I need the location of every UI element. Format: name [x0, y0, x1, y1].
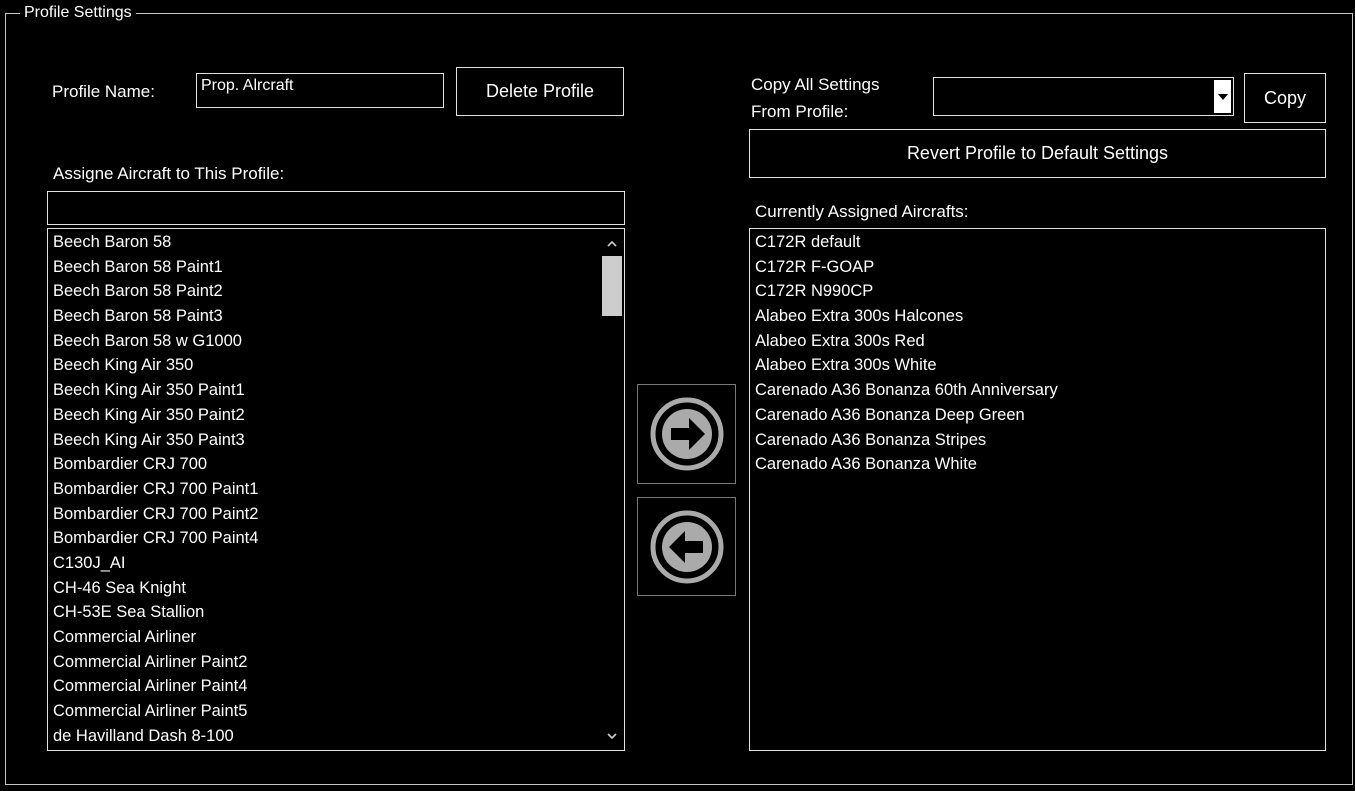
list-item[interactable]: Carenado A36 Bonanza Deep Green: [750, 403, 1325, 428]
list-item[interactable]: Beech Baron 58 Paint1: [48, 255, 600, 280]
assigned-aircraft-list[interactable]: C172R default C172R F-GOAP C172R N990CP Ala…: [749, 228, 1326, 751]
list-item[interactable]: C130J_AI: [48, 551, 600, 576]
list-item[interactable]: Beech Baron 58: [48, 230, 600, 255]
list-item[interactable]: Bombardier CRJ 700 Paint1: [48, 477, 600, 502]
profile-name-label: Profile Name:: [52, 82, 155, 101]
list-item[interactable]: Carenado A36 Bonanza Stripes: [750, 428, 1325, 453]
list-item[interactable]: Carenado A36 Bonanza White: [750, 452, 1325, 477]
list-item[interactable]: CH-53E Sea Stallion: [48, 600, 600, 625]
copy-from-profile-value: [936, 84, 944, 88]
list-item[interactable]: C172R N990CP: [750, 279, 1325, 304]
list-item[interactable]: Commercial Airliner Paint4: [48, 674, 600, 699]
list-item[interactable]: de Havilland Dash 8-100: [48, 724, 600, 749]
list-item[interactable]: Beech Baron 58 w G1000: [48, 329, 600, 354]
available-aircraft-list[interactable]: Beech Baron 58 Beech Baron 58 Paint1 Beech…: [47, 228, 625, 751]
arrow-right-circle-icon: [650, 397, 723, 471]
list-item[interactable]: Commercial Airliner Paint5: [48, 699, 600, 724]
list-item[interactable]: Beech King Air 350 Paint1: [48, 378, 600, 403]
list-item[interactable]: Beech King Air 350 Paint3: [48, 428, 600, 453]
available-list-scrollbar[interactable]: [600, 229, 624, 750]
list-item[interactable]: Bombardier CRJ 700 Paint2: [48, 502, 600, 527]
list-item[interactable]: C172R F-GOAP: [750, 255, 1325, 280]
list-item[interactable]: Commercial Airliner Paint2: [48, 650, 600, 675]
revert-default-button[interactable]: Revert Profile to Default Settings: [749, 129, 1326, 178]
list-item[interactable]: CH-46 Sea Knight: [48, 576, 600, 601]
copy-button[interactable]: Copy: [1244, 73, 1326, 123]
assigned-aircraft-label: Currently Assigned Aircrafts:: [755, 202, 969, 221]
copy-settings-label-line1: Copy All Settings: [751, 75, 880, 94]
list-item[interactable]: Bombardier CRJ 700: [48, 452, 600, 477]
group-title: Profile Settings: [20, 4, 136, 22]
list-item[interactable]: Bombardier CRJ 700 Paint4: [48, 526, 600, 551]
list-item[interactable]: C172R default: [750, 230, 1325, 255]
assign-aircraft-label: Assigne Aircraft to This Profile:: [53, 164, 285, 183]
list-item[interactable]: Beech King Air 350: [48, 353, 600, 378]
copy-settings-label-line2: From Profile:: [751, 102, 849, 121]
chevron-up-icon[interactable]: [600, 232, 624, 254]
remove-aircraft-button[interactable]: [637, 497, 736, 596]
copy-from-profile-dropdown[interactable]: [933, 77, 1234, 116]
scrollbar-thumb[interactable]: [602, 256, 622, 316]
list-item[interactable]: Alabeo Extra 300s Halcones: [750, 304, 1325, 329]
list-item[interactable]: Alabeo Extra 300s Red: [750, 329, 1325, 354]
aircraft-filter-input[interactable]: [47, 191, 625, 225]
list-item[interactable]: Alabeo Extra 300s White: [750, 353, 1325, 378]
arrow-left-circle-icon: [650, 510, 723, 583]
list-item[interactable]: Beech Baron 58 Paint3: [48, 304, 600, 329]
add-aircraft-button[interactable]: [637, 384, 736, 484]
list-item[interactable]: Beech Baron 58 Paint2: [48, 279, 600, 304]
profile-name-input[interactable]: Prop. Alrcraft: [196, 73, 444, 108]
list-item[interactable]: Beech King Air 350 Paint2: [48, 403, 600, 428]
list-item[interactable]: Carenado A36 Bonanza 60th Anniversary: [750, 378, 1325, 403]
list-item[interactable]: Commercial Airliner: [48, 625, 600, 650]
triangle-down-icon[interactable]: [1214, 80, 1231, 113]
chevron-down-icon[interactable]: [600, 725, 624, 747]
delete-profile-button[interactable]: Delete Profile: [456, 67, 624, 116]
